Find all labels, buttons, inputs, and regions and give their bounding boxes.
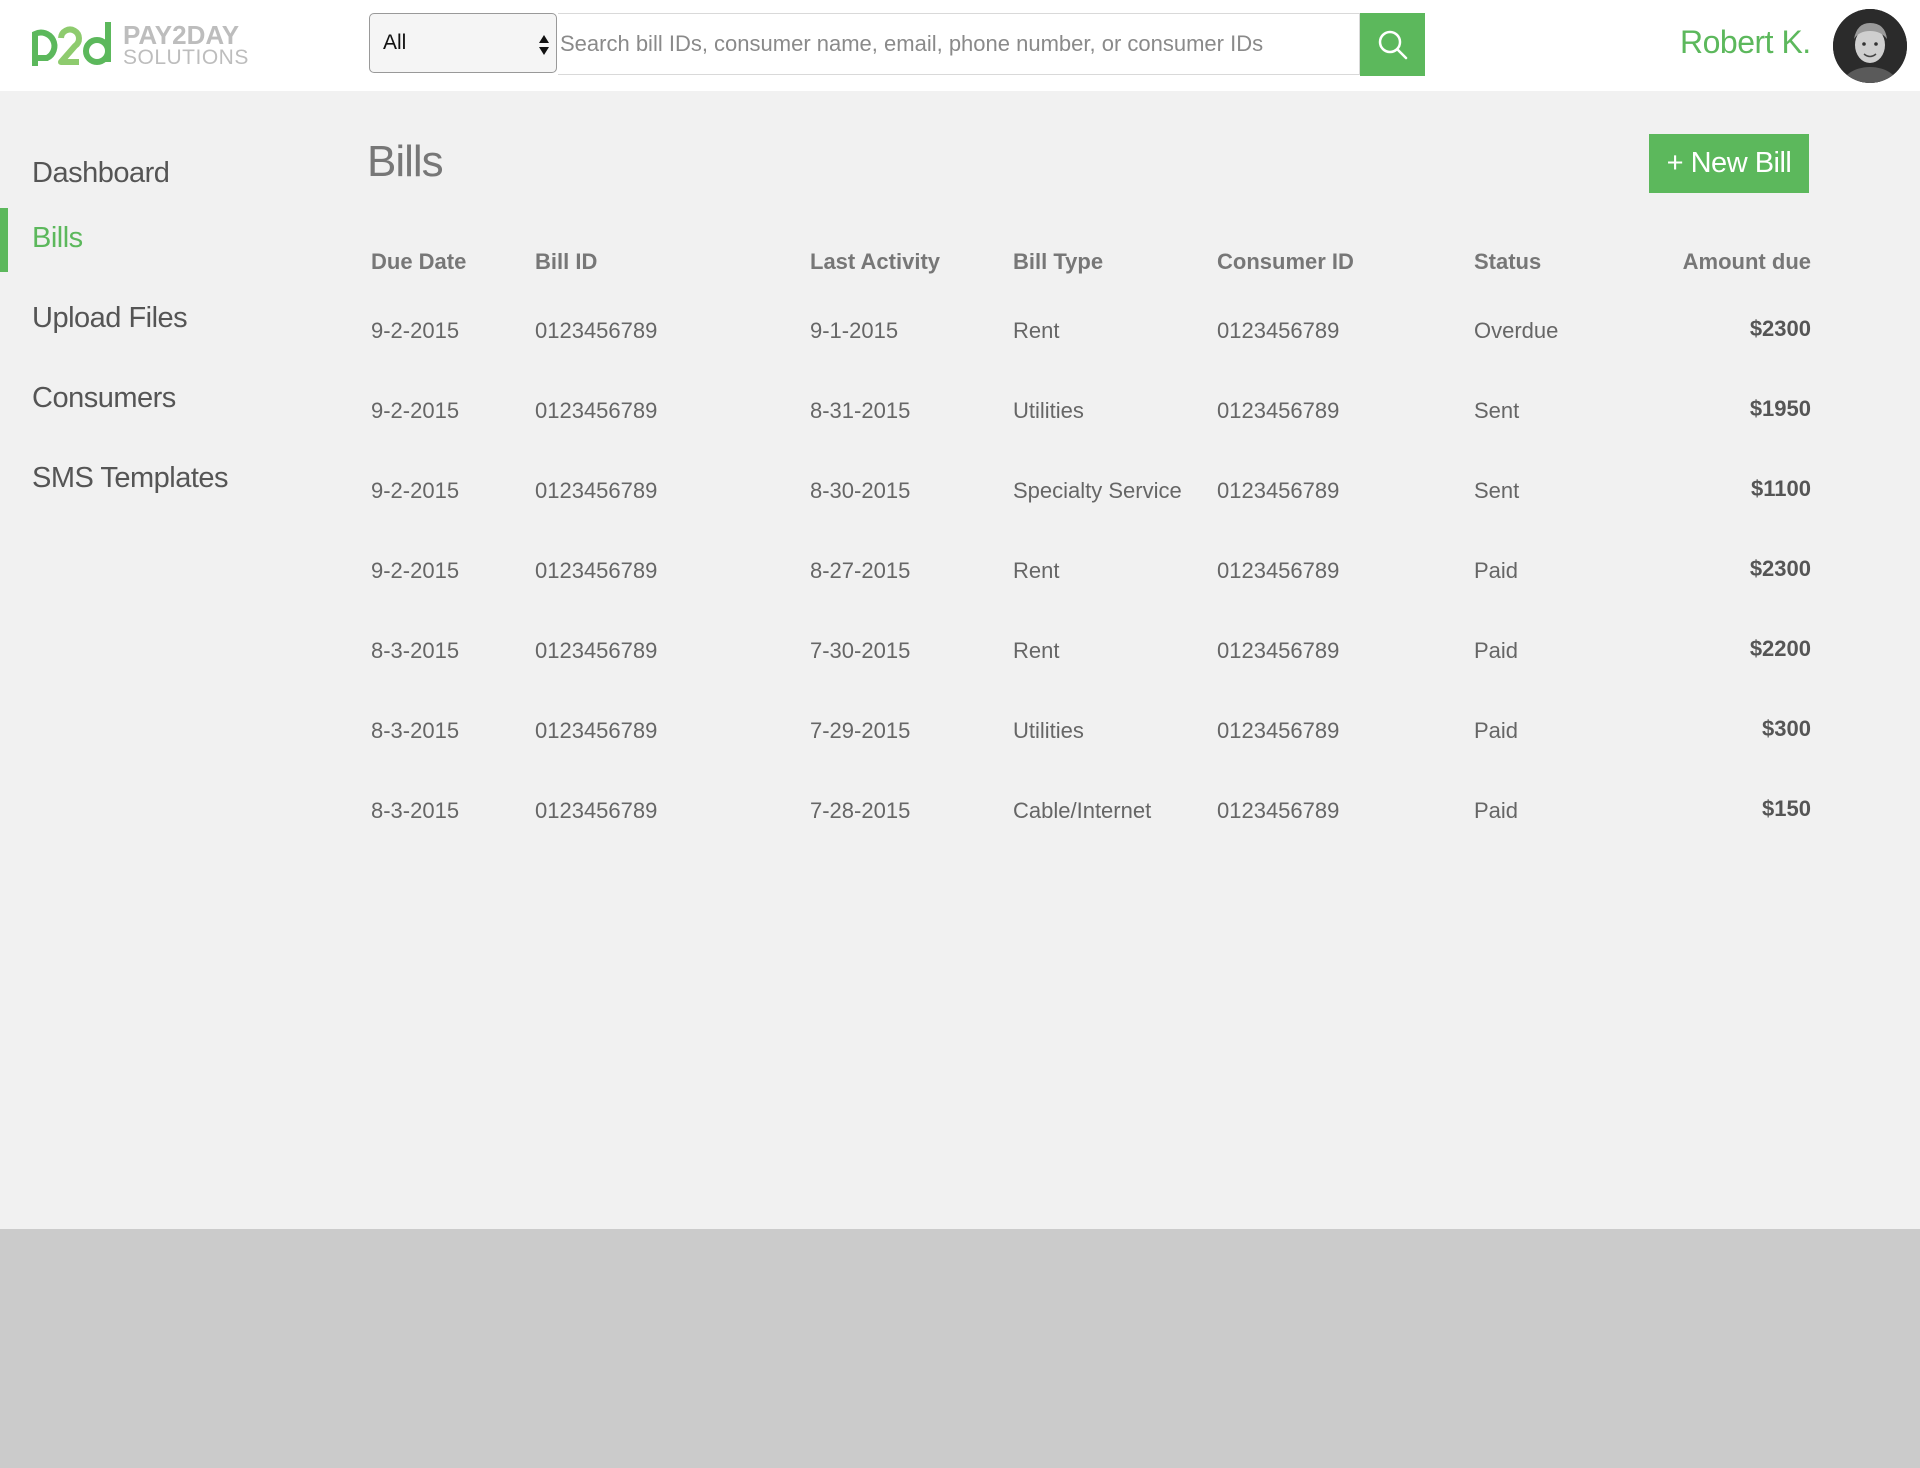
top-header: PAY2DAY SOLUTIONS All Robert K.	[0, 0, 1920, 91]
status-cell: Paid	[1474, 798, 1519, 823]
bill-id-cell: 0123456789	[535, 638, 658, 663]
sidebar-item-label: Consumers	[32, 382, 176, 414]
due-date-cell: 8-3-2015	[371, 718, 460, 743]
column-header-last-activity[interactable]: Last Activity	[810, 249, 940, 275]
column-header-bill-id[interactable]: Bill ID	[535, 249, 597, 275]
search-button[interactable]	[1360, 13, 1425, 76]
sidebar-item-label: Upload Files	[32, 302, 188, 334]
due-date-cell: 8-3-2015	[371, 798, 460, 823]
user-avatar-image	[1833, 9, 1907, 83]
consumer-id-cell: 0123456789	[1217, 478, 1340, 503]
amount-due-cell: $300	[1762, 716, 1811, 741]
consumer-id-cell: 0123456789	[1217, 638, 1340, 663]
consumer-id-cell: 0123456789	[1217, 318, 1340, 343]
last-activity-cell: 7-30-2015	[810, 638, 911, 663]
search-filter-select[interactable]: All	[369, 13, 557, 73]
bill-type-cell: Specialty Service	[1013, 478, 1182, 503]
p2d-logo-mark	[32, 22, 111, 66]
sidebar-item-label: Dashboard	[32, 157, 170, 189]
bill-id-cell: 0123456789	[535, 318, 658, 343]
amount-due-cell: $2200	[1749, 636, 1811, 661]
column-header-bill-type[interactable]: Bill Type	[1013, 249, 1103, 275]
last-activity-cell: 8-30-2015	[810, 478, 911, 503]
select-arrows-icon	[539, 35, 549, 55]
sidebar-item-label: Bills	[32, 222, 83, 254]
status-cell: Sent	[1474, 398, 1520, 423]
status-cell: Paid	[1474, 718, 1519, 743]
last-activity-cell: 8-31-2015	[810, 398, 911, 423]
status-cell: Overdue	[1474, 318, 1559, 343]
sidebar-item-dashboard[interactable]: Dashboard	[0, 143, 330, 207]
bill-type-cell: Rent	[1013, 318, 1060, 343]
column-header-status[interactable]: Status	[1474, 249, 1541, 275]
bill-id-cell: 0123456789	[535, 398, 658, 423]
consumer-id-cell: 0123456789	[1217, 398, 1340, 423]
new-bill-button[interactable]: + New Bill	[1649, 134, 1809, 193]
search-input[interactable]	[558, 13, 1360, 75]
due-date-cell: 9-2-2015	[371, 478, 460, 503]
search-filter-value: All	[383, 31, 407, 54]
user-name[interactable]: Robert K.	[1680, 24, 1811, 61]
consumer-id-cell: 0123456789	[1217, 798, 1340, 823]
consumer-id-cell: 0123456789	[1217, 718, 1340, 743]
avatar[interactable]	[1833, 9, 1907, 83]
last-activity-cell: 9-1-2015	[810, 318, 899, 343]
sidebar-item-bills[interactable]: Bills	[0, 208, 330, 272]
brand-name-line2: SOLUTIONS	[123, 46, 249, 69]
amount-due-cell: $1950	[1749, 396, 1811, 421]
bill-id-cell: 0123456789	[535, 478, 658, 503]
bill-id-cell: 0123456789	[535, 558, 658, 583]
consumer-id-cell: 0123456789	[1217, 558, 1340, 583]
last-activity-cell: 7-29-2015	[810, 718, 911, 743]
brand-logo[interactable]: PAY2DAY SOLUTIONS	[31, 18, 248, 72]
amount-due-cell: $150	[1762, 796, 1811, 821]
column-header-consumer-id[interactable]: Consumer ID	[1217, 249, 1354, 275]
bill-type-cell: Rent	[1013, 558, 1060, 583]
bill-type-cell: Cable/Internet	[1013, 798, 1152, 823]
due-date-cell: 9-2-2015	[371, 558, 460, 583]
due-date-cell: 8-3-2015	[371, 638, 460, 663]
bill-id-cell: 0123456789	[535, 718, 658, 743]
page-title: Bills	[367, 137, 444, 186]
bill-type-cell: Utilities	[1013, 398, 1084, 423]
last-activity-cell: 7-28-2015	[810, 798, 911, 823]
bill-type-cell: Rent	[1013, 638, 1060, 663]
sidebar-item-label: SMS Templates	[32, 462, 229, 494]
search-icon	[1378, 30, 1407, 59]
page-footer	[0, 1229, 1920, 1468]
due-date-cell: 9-2-2015	[371, 318, 460, 343]
status-cell: Sent	[1474, 478, 1520, 503]
bill-id-cell: 0123456789	[535, 798, 658, 823]
due-date-cell: 9-2-2015	[371, 398, 460, 423]
amount-due-cell: $1100	[1751, 476, 1811, 501]
last-activity-cell: 8-27-2015	[810, 558, 911, 583]
sidebar-item-upload-files[interactable]: Upload Files	[0, 288, 330, 352]
status-cell: Paid	[1474, 558, 1519, 583]
column-header-due-date[interactable]: Due Date	[371, 249, 466, 275]
amount-due-cell: $2300	[1749, 556, 1811, 581]
column-header-amount-due[interactable]: Amount due	[1600, 249, 1811, 275]
sidebar-item-sms-templates[interactable]: SMS Templates	[0, 448, 330, 512]
amount-due-cell: $2300	[1749, 316, 1811, 341]
status-cell: Paid	[1474, 638, 1519, 663]
sidebar-item-consumers[interactable]: Consumers	[0, 368, 330, 432]
bill-type-cell: Utilities	[1013, 718, 1084, 743]
